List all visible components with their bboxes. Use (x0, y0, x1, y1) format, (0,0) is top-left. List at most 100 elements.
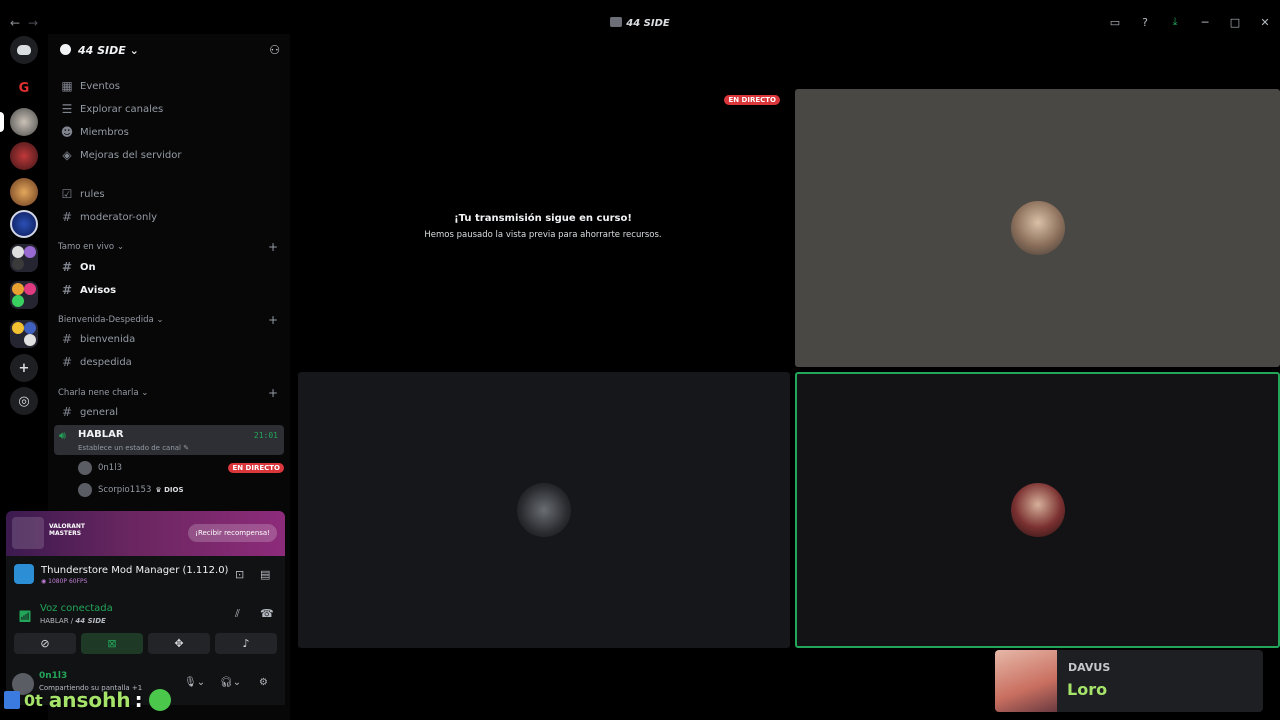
avatar (78, 483, 92, 497)
channel-on[interactable]: # On (54, 256, 284, 278)
channel-despedida[interactable]: # despedida (54, 351, 284, 373)
promo-banner: VALORANT MASTERS ¡Recibir recompensa! (6, 511, 285, 556)
soundboard-button[interactable]: ♪ (215, 633, 277, 654)
maximize-icon[interactable]: □ (1220, 16, 1250, 29)
discord-home-icon[interactable] (10, 36, 38, 64)
headphones-icon[interactable]: 🎧︎⌄ (220, 677, 241, 688)
voice-timer: 21:01 (253, 431, 278, 440)
rtc-panel: Thunderstore Mod Manager (1.112.0) - ...… (6, 556, 285, 665)
nav-browse-channels[interactable]: ☰ Explorar canales (54, 98, 284, 120)
role-badge: ♛ DIOS (155, 486, 184, 494)
minimize-icon[interactable]: ─ (1190, 16, 1220, 29)
channel-general[interactable]: # general (54, 401, 284, 423)
boost-icon: ◈ (62, 148, 72, 162)
voice-user-name: Scorpio1153 (98, 485, 152, 495)
channel-label: bienvenida (80, 333, 136, 345)
voice-channel-hablar[interactable]: 🔊︎ HABLAR Establece un estado de canal ✎… (54, 425, 284, 455)
set-channel-status[interactable]: Establece un estado de canal ✎ (78, 444, 189, 452)
channels-icon: ☰ (61, 102, 73, 116)
nav-events[interactable]: ▦ Eventos (54, 75, 284, 97)
screen-share-icon: ⊠ (107, 637, 117, 650)
camera-toggle-button[interactable]: ⊘ (14, 633, 76, 654)
claim-reward-button[interactable]: ¡Recibir recompensa! (188, 524, 277, 542)
album-art (995, 650, 1057, 712)
microphone-icon[interactable]: 🎙︎⌄ (184, 677, 205, 688)
settings-icon[interactable]: ⚙ (259, 677, 268, 688)
inbox-icon[interactable]: ▭ (1100, 16, 1130, 29)
server-g-icon[interactable]: G (10, 74, 38, 102)
voice-user-name: 0n1l3 (98, 463, 122, 473)
create-channel-icon[interactable]: + (268, 313, 278, 327)
user-name[interactable]: 0n1l3 (39, 671, 67, 681)
participant-tile[interactable] (795, 89, 1280, 367)
paused-subtitle: Hemos pausado la vista previa para ahorr… (424, 230, 662, 240)
hash-icon: # (61, 332, 73, 346)
now-playing-song: Loro (1067, 680, 1108, 699)
download-icon[interactable]: ⤓ (1160, 15, 1190, 29)
channel-bienvenida[interactable]: # bienvenida (54, 328, 284, 350)
noise-suppression-icon[interactable]: ⫽ (235, 607, 240, 621)
voice-connected-label[interactable]: Voz conectada (40, 603, 113, 614)
voice-connection-location[interactable]: HABLAR / 44 SIDE (40, 617, 106, 625)
create-channel-icon[interactable]: + (268, 386, 278, 400)
voice-user[interactable]: 0n1l3 EN DIRECTO (78, 459, 284, 477)
calendar-icon: ▦ (61, 79, 73, 93)
channel-rules[interactable]: ☑ rules (54, 183, 284, 205)
server-folder-icon[interactable] (10, 281, 38, 309)
server-folder-icon[interactable] (10, 320, 38, 348)
stream-title: Thunderstore Mod Manager (1.112.0) - ... (41, 565, 231, 576)
server-icon[interactable] (10, 210, 38, 238)
server-header[interactable]: 44 SIDE ⌄ ⚇ (48, 34, 290, 66)
activities-button[interactable]: ✥ (148, 633, 210, 654)
selected-server-pill (0, 112, 4, 132)
add-server-icon[interactable]: + (10, 354, 38, 382)
server-icon[interactable] (10, 142, 38, 170)
promo-title: VALORANT MASTERS (49, 523, 85, 537)
explore-servers-icon[interactable]: ◎ (10, 387, 38, 415)
server-name[interactable]: 44 SIDE ⌄ (78, 44, 139, 57)
participant-avatar (1010, 483, 1065, 537)
channel-label: On (80, 261, 96, 273)
stop-stream-icon[interactable]: ▤ (260, 568, 270, 581)
nav-members[interactable]: ☻ Miembros (54, 121, 284, 143)
stream-settings-icon[interactable]: ⊡ (235, 568, 244, 581)
window-title: 44 SIDE (0, 17, 1280, 29)
hash-icon: # (61, 405, 73, 419)
participant-tile[interactable] (298, 372, 790, 648)
avatar (78, 461, 92, 475)
disconnect-icon[interactable]: ☎ (260, 607, 274, 620)
category-tamo-en-vivo[interactable]: Tamo en vivo ⌄ + (58, 240, 282, 254)
channel-moderator-only[interactable]: # moderator-only (54, 206, 284, 228)
app-icon (14, 564, 34, 584)
twitch-badge-icon (4, 691, 20, 709)
now-playing-overlay: DAVUS Loro (995, 650, 1263, 712)
voice-user[interactable]: Scorpio1153 ♛ DIOS (78, 481, 284, 499)
nav-label: Miembros (80, 126, 129, 138)
nav-label: Eventos (80, 80, 120, 92)
server-icon[interactable] (10, 178, 38, 206)
category-bienvenida-despedida[interactable]: Bienvenida-Despedida ⌄ + (58, 313, 282, 327)
channel-label: general (80, 406, 119, 418)
voice-channel-name: HABLAR (78, 429, 124, 440)
video-off-icon: ⊘ (40, 637, 50, 650)
paused-title: ¡Tu transmisión sigue en curso! (454, 213, 632, 224)
nav-server-boosts[interactable]: ◈ Mejoras del servidor (54, 144, 284, 166)
channel-avisos[interactable]: # Avisos (54, 279, 284, 301)
server-badge-icon (60, 44, 71, 55)
invite-user-icon[interactable]: ⚇ (269, 43, 280, 57)
chat-prefix: 0t (24, 690, 43, 710)
stream-tile-self[interactable]: EN DIRECTO ¡Tu transmisión sigue en curs… (298, 89, 788, 367)
valorant-logo-icon (12, 517, 44, 549)
screen-share-button[interactable]: ⊠ (81, 633, 143, 654)
help-icon[interactable]: ? (1130, 16, 1160, 29)
rules-icon: ☑ (61, 187, 73, 201)
signal-icon: 📶︎ (18, 610, 32, 623)
video-grid: EN DIRECTO ¡Tu transmisión sigue en curs… (290, 34, 1280, 720)
participant-tile-speaking[interactable] (795, 372, 1280, 648)
server-44side-icon[interactable] (10, 108, 38, 136)
close-icon[interactable]: ✕ (1250, 16, 1280, 29)
create-channel-icon[interactable]: + (268, 240, 278, 254)
server-folder-icon[interactable] (10, 244, 38, 272)
category-charla-nene-charla[interactable]: Charla nene charla ⌄ + (58, 386, 282, 400)
chat-colon: : (134, 688, 143, 712)
